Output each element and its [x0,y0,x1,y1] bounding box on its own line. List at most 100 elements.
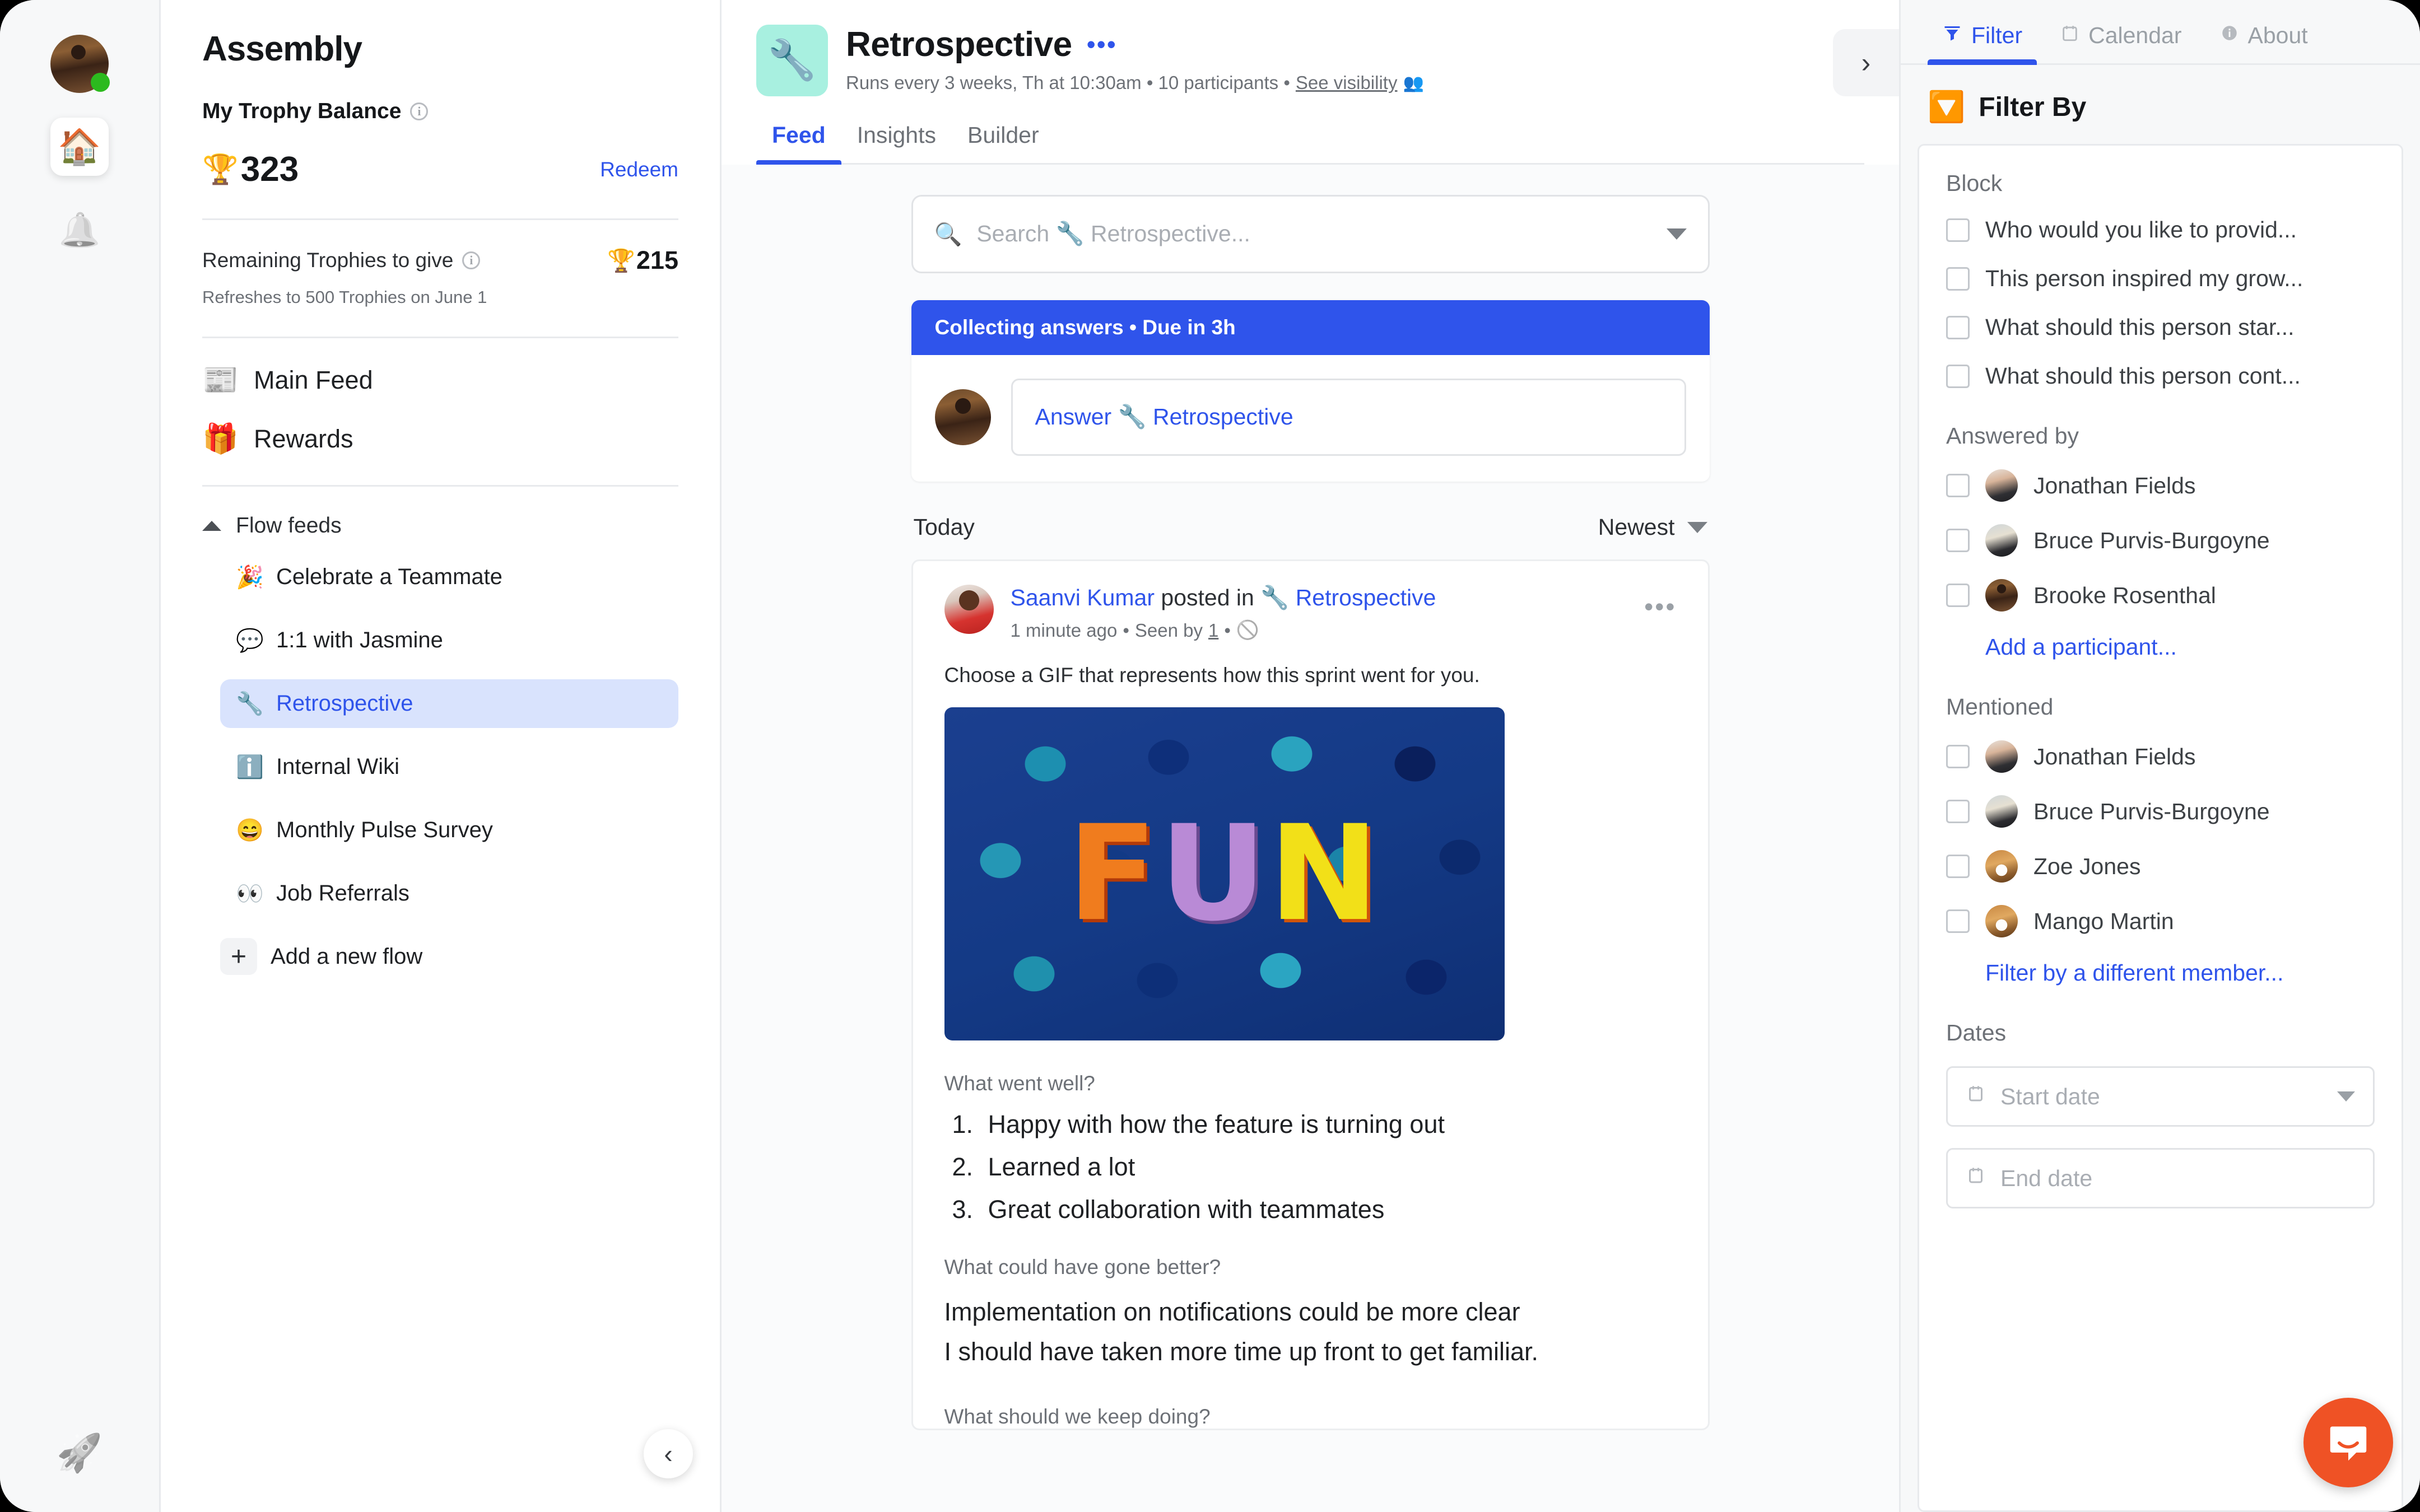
checkbox[interactable] [1946,529,1970,552]
feed-group-header: Today Newest [911,514,1710,540]
tab-builder[interactable]: Builder [952,122,1055,163]
sidebar-item-admin-settings[interactable]: 🚀 [57,1431,103,1475]
post-answer-line: Implementation on notifications could be… [944,1298,1520,1326]
post-gif-prompt: Choose a GIF that represents how this sp… [944,664,1480,687]
admin-settings-icon: 🚀 [56,1432,103,1473]
filter-funnel-emoji-icon: 🔽 [1928,90,1966,124]
tab-label: About [2247,22,2308,48]
filter-option-block-3[interactable]: What should this person cont... [1946,363,2375,389]
filter-by-different-member-link[interactable]: Filter by a different member... [1985,960,2375,986]
checkbox[interactable] [1946,267,1970,291]
person-name: Jonathan Fields [2033,472,2196,498]
app-window: 🏠 🔔 🚀 Assembly My Trophy Balance i 🏆 323… [0,0,2420,1512]
info-icon[interactable]: i [462,251,481,269]
feed-group-label: Today [913,514,975,540]
post-byline: Saanvi Kumar posted in 🔧 Retrospective [1011,585,1436,612]
flow-feeds-section-toggle[interactable]: Flow feeds [202,514,678,538]
intercom-chat-launcher[interactable] [2303,1398,2393,1487]
flow-item-job-referrals[interactable]: 👀 Job Referrals [220,869,678,918]
start-date-input[interactable]: Start date [1946,1066,2375,1127]
tab-feed[interactable]: Feed [756,122,841,165]
filter-person-mentioned-1[interactable]: Bruce Purvis-Burgoyne [1946,795,2375,828]
info-icon[interactable]: i [410,102,429,120]
flow-item-1-1-with-jasmine[interactable]: 💬 1:1 with Jasmine [220,616,678,665]
avatar [1985,850,2018,883]
checkbox[interactable] [1946,909,1970,933]
post-posted-in-text: posted in [1161,585,1254,610]
flow-item-label: Retrospective [276,691,413,716]
filter-group-title-mentioned: Mentioned [1946,694,2054,720]
checkbox[interactable] [1946,315,1970,339]
checkbox[interactable] [1946,584,1970,607]
flow-item-monthly-pulse-survey[interactable]: 😄 Monthly Pulse Survey [220,806,678,855]
post-flow-link[interactable]: Retrospective [1296,585,1436,610]
filter-person-answered-1[interactable]: Bruce Purvis-Burgoyne [1946,524,2375,557]
chevron-down-icon[interactable] [2337,1091,2355,1102]
checkbox[interactable] [1946,364,1970,388]
expand-right-panel-button[interactable]: › [1833,29,1899,96]
chevron-up-icon [202,521,221,531]
sidebar-item-home[interactable]: 🏠 [50,118,109,176]
tab-label: Calendar [2088,22,2182,48]
search-icon: 🔍 [934,222,962,247]
smiley-icon: 😄 [236,818,264,843]
filter-person-mentioned-3[interactable]: Mango Martin [1946,905,2375,937]
trophy-balance-row: 🏆 323 Redeem [202,150,678,189]
checkbox[interactable] [1946,745,1970,768]
list-item: Happy with how the feature is turning ou… [980,1110,1677,1139]
speech-balloon-icon: 💬 [236,628,264,653]
end-date-input[interactable]: End date [1946,1148,2375,1208]
avatar[interactable] [50,35,110,93]
newspaper-icon: 📰 [202,364,239,396]
home-icon: 🏠 [58,127,101,166]
answer-flow-button[interactable]: Answer 🔧 Retrospective [1011,379,1686,456]
post-submeta: 1 minute ago • Seen by 1 • 🚫 [1011,619,1436,641]
filter-option-block-2[interactable]: What should this person star... [1946,314,2375,340]
sidebar-item-notifications[interactable]: 🔔 [50,200,109,259]
feed-column: 🔍 Search 🔧 Retrospective... Collecting a… [911,195,1710,1430]
see-visibility-link[interactable]: See visibility [1296,72,1398,94]
end-date-placeholder: End date [2000,1165,2093,1191]
post-more-options-icon[interactable]: ••• [1644,594,1676,619]
collapse-sidebar-button[interactable]: ‹ [644,1429,693,1478]
add-new-flow-button[interactable]: + Add a new flow [220,938,678,975]
checkbox[interactable] [1946,218,1970,242]
filter-person-answered-0[interactable]: Jonathan Fields [1946,469,2375,502]
flow-item-retrospective[interactable]: 🔧 Retrospective [220,679,678,728]
tab-filter[interactable]: Filter [1923,22,2041,65]
person-name: Zoe Jones [2033,853,2141,879]
sort-dropdown[interactable]: Newest [1598,514,1707,540]
flow-item-internal-wiki[interactable]: ℹ️ Internal Wiki [220,743,678,791]
filter-person-mentioned-2[interactable]: Zoe Jones [1946,850,2375,883]
gif-letter: U [1160,797,1269,950]
tab-about[interactable]: About [2201,22,2327,63]
checkbox[interactable] [1946,474,1970,497]
search-input[interactable]: 🔍 Search 🔧 Retrospective... [911,195,1710,273]
chevron-down-icon[interactable] [1666,228,1687,240]
filter-option-block-0[interactable]: Who would you like to provid... [1946,217,2375,243]
person-name: Mango Martin [2033,908,2174,934]
add-new-flow-label: Add a new flow [271,944,423,969]
post-block-question: What should we keep doing? [944,1404,1211,1428]
tab-calendar[interactable]: Calendar [2041,22,2200,63]
flow-subtitle: Runs every 3 weeks, Th at 10:30am • 10 p… [846,72,1424,94]
flow-item-celebrate-a-teammate[interactable]: 🎉 Celebrate a Teammate [220,553,678,601]
brand-title: Assembly [202,30,362,68]
trophy-balance-value-wrap: 🏆 323 [202,150,299,189]
checkbox[interactable] [1946,800,1970,823]
post-author-link[interactable]: Saanvi Kumar [1011,585,1155,610]
avatar[interactable] [944,585,994,634]
information-icon: ℹ️ [236,755,264,780]
tab-insights[interactable]: Insights [841,122,952,163]
filter-person-mentioned-0[interactable]: Jonathan Fields [1946,740,2375,773]
checkbox[interactable] [1946,855,1970,878]
sidebar-item-main-feed[interactable]: 📰 Main Feed [202,363,678,397]
add-participant-link[interactable]: Add a participant... [1985,634,2375,660]
flow-more-options-icon[interactable]: ••• [1087,31,1117,57]
people-icon: 👥 [1403,73,1424,92]
post-seen-by-count[interactable]: 1 [1208,620,1218,641]
filter-option-block-1[interactable]: This person inspired my grow... [1946,265,2375,292]
sidebar-item-rewards[interactable]: 🎁 Rewards [202,422,678,456]
filter-person-answered-2[interactable]: Brooke Rosenthal [1946,579,2375,612]
redeem-link[interactable]: Redeem [600,158,678,181]
